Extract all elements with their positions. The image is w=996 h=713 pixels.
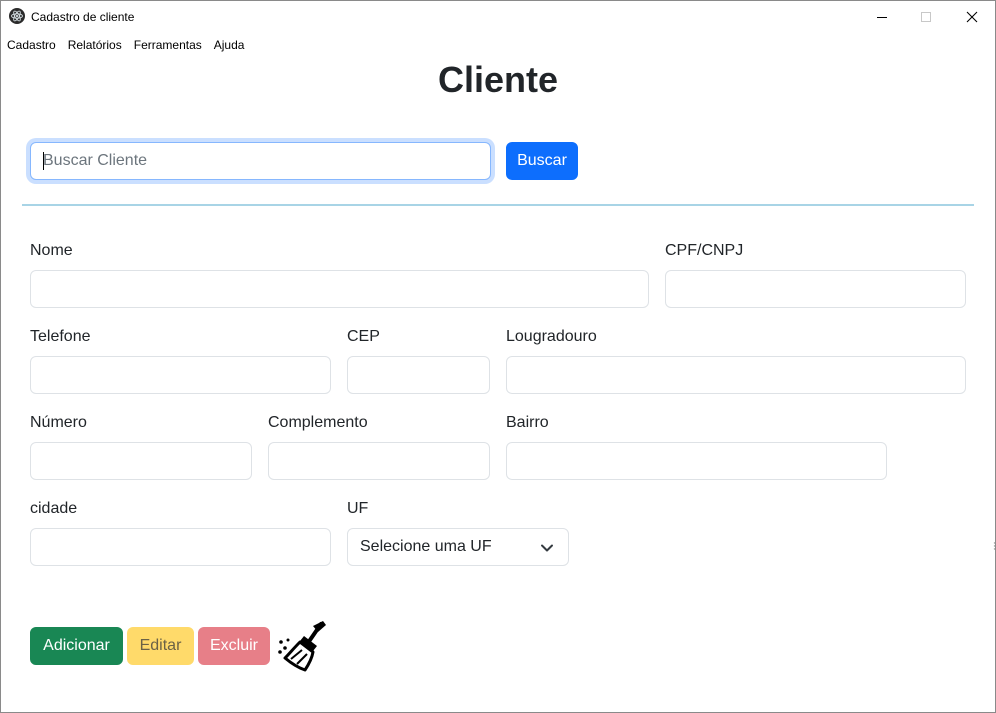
menu-item-ajuda[interactable]: Ajuda — [208, 34, 251, 54]
complemento-label: Complemento — [268, 414, 368, 431]
cep-field[interactable] — [347, 356, 490, 394]
broom-icon[interactable] — [277, 618, 331, 672]
nome-field[interactable] — [30, 270, 649, 308]
menu-item-cadastro[interactable]: Cadastro — [1, 34, 62, 54]
chevron-down-icon — [541, 544, 553, 552]
uf-selected-value: Selecione uma UF — [360, 538, 492, 555]
numero-label: Número — [30, 414, 87, 431]
bairro-label: Bairro — [506, 414, 549, 431]
title-bar: Cadastro de cliente — [1, 1, 995, 32]
menu-item-ferramentas[interactable]: Ferramentas — [128, 34, 208, 54]
minimize-icon — [877, 16, 887, 18]
add-button[interactable]: Adicionar — [30, 627, 123, 665]
search-button[interactable]: Buscar — [506, 142, 578, 180]
numero-field[interactable] — [30, 442, 252, 480]
menu-bar: Cadastro Relatórios Ferramentas Ajuda — [1, 34, 995, 54]
app-window: Cadastro de cliente Cadastro Relatórios … — [0, 0, 996, 713]
bairro-field[interactable] — [506, 442, 887, 480]
uf-label: UF — [347, 500, 369, 517]
telefone-label: Telefone — [30, 328, 91, 345]
close-icon — [966, 11, 978, 22]
close-button[interactable] — [949, 1, 995, 32]
cep-label: CEP — [347, 328, 380, 345]
complemento-field[interactable] — [268, 442, 490, 480]
section-divider — [22, 204, 974, 206]
logradouro-field[interactable] — [506, 356, 966, 394]
minimize-button[interactable] — [859, 1, 905, 32]
cpf-cnpj-label: CPF/CNPJ — [665, 242, 744, 259]
edit-button[interactable]: Editar — [127, 627, 194, 665]
menu-item-relatorios[interactable]: Relatórios — [62, 34, 128, 54]
maximize-icon — [921, 11, 931, 22]
text-caret — [43, 152, 44, 170]
cpf-cnpj-field[interactable] — [665, 270, 966, 308]
logradouro-label: Lougradouro — [506, 328, 597, 345]
page-title: Cliente — [437, 59, 559, 100]
electron-atom-icon — [9, 8, 25, 24]
delete-button[interactable]: Excluir — [198, 627, 270, 665]
cidade-field[interactable] — [30, 528, 331, 566]
window-title: Cadastro de cliente — [31, 10, 135, 24]
telefone-field[interactable] — [30, 356, 331, 394]
maximize-button[interactable] — [903, 1, 949, 32]
search-input[interactable] — [30, 142, 491, 180]
uf-select[interactable]: Selecione uma UF — [347, 528, 569, 566]
nome-label: Nome — [30, 242, 73, 259]
cidade-label: cidade — [30, 500, 78, 517]
